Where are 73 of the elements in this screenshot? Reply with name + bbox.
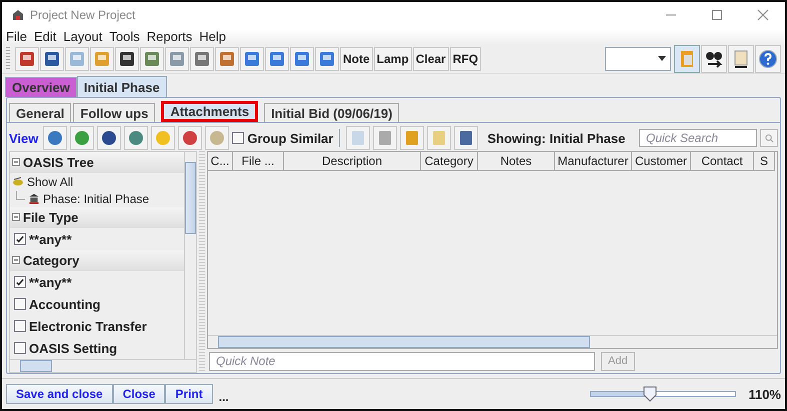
caret-icon [658,56,666,62]
tree-item[interactable]: Phase: Initial Phase [43,192,150,206]
building-icon [28,193,40,204]
section-title: Category [23,252,80,268]
collapse-toggle[interactable] [12,256,20,264]
column-header[interactable]: Manufacturer [555,152,632,172]
menu-item[interactable]: Help [199,29,226,44]
app-icon [12,9,24,22]
checkmark-icon [15,277,25,288]
collapse-toggle[interactable] [12,158,20,166]
filter-checkbox[interactable]: Accounting [10,293,184,316]
filter-checkbox[interactable]: **any** [10,228,184,250]
tab[interactable]: Follow ups [73,103,156,122]
toolbar-button[interactable] [97,126,122,150]
tab[interactable]: Initial Bid (09/06/19) [264,103,400,122]
tree-node-icon [12,176,24,188]
search-button[interactable] [760,129,778,148]
column-header[interactable]: Description [284,152,421,172]
menu-item[interactable]: Reports [146,29,192,44]
toolbar-button[interactable]: RFQ [450,47,482,72]
binoculars-icon [704,49,724,70]
tree-item[interactable]: Show All [27,174,74,189]
close-icon[interactable] [757,9,769,22]
tab[interactable]: Attachments [161,101,258,122]
horizontal-scrollbar[interactable] [208,335,777,348]
status-text: ... [218,390,229,404]
horizontal-scrollbar[interactable] [10,359,196,372]
menu-item[interactable]: File [6,29,27,44]
toolbar-button[interactable] [115,47,139,72]
menu-item[interactable]: Layout [63,29,102,44]
collapse-toggle[interactable] [12,213,20,222]
column-header[interactable]: Contact [691,152,754,172]
help-button[interactable] [755,45,781,74]
section-title: OASIS Tree [23,154,94,170]
toolbar-button[interactable]: Note [340,47,373,72]
zoom-reading: 110% [748,386,781,402]
section-title: File Type [23,210,78,225]
footer-button[interactable]: Save and close [6,384,113,404]
column-header[interactable]: Category [421,152,478,172]
view-label: View [9,130,38,146]
group-similar-checkbox[interactable]: Group Similar [232,130,334,146]
dropdown[interactable] [605,47,671,72]
column-header[interactable]: File ... [233,152,284,172]
search-icon [764,134,774,143]
checkmark-icon [15,234,25,244]
help-icon [758,49,778,70]
tab[interactable]: General [9,103,72,122]
menu-item[interactable]: Tools [109,29,140,44]
filter-checkbox[interactable]: OASIS Setting [10,337,184,360]
column-header[interactable]: Customer [632,152,691,172]
toolbar-button[interactable] [40,47,64,72]
search-field[interactable]: Quick Search [639,129,757,148]
slider-thumb[interactable] [643,386,658,402]
showing-label: Showing: Initial Phase [487,130,626,146]
toolbar-button[interactable] [701,45,727,74]
tab[interactable]: Overview [5,77,77,98]
column-header[interactable]: S [754,152,775,172]
tab[interactable]: Initial Phase [76,76,167,98]
quick-note-field[interactable]: Quick Note [209,352,595,371]
filter-checkbox[interactable]: Electronic Transfer [10,315,184,338]
column-header[interactable]: Notes [478,152,555,172]
vertical-scrollbar[interactable] [184,152,196,360]
filter-checkbox[interactable]: **any** [10,271,184,294]
footer-button[interactable]: Print [165,384,213,404]
window-title: Project New Project [30,8,136,22]
menu-item[interactable]: Edit [34,29,56,44]
toolbar-button[interactable]: Clear [412,47,449,72]
zoom-slider[interactable] [590,386,736,402]
footer-button[interactable]: Close [112,384,166,404]
toolbar-button[interactable] [728,45,754,74]
column-header[interactable]: C... [208,152,233,172]
toolbar-button[interactable]: Lamp [374,47,412,72]
maximize-icon[interactable] [711,9,723,22]
